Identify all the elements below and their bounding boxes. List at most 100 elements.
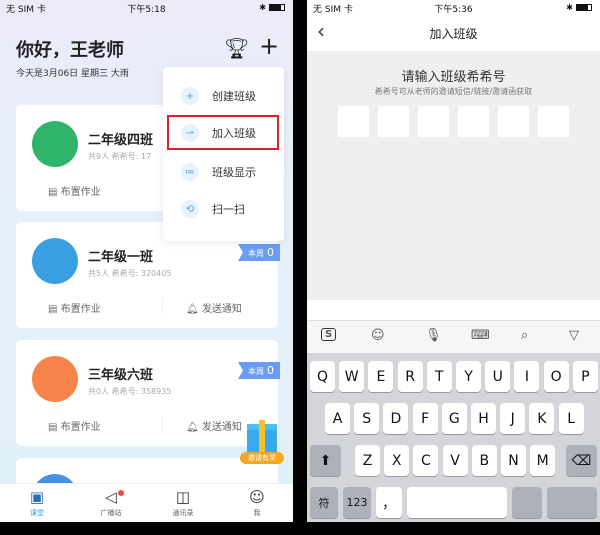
menu-create-class[interactable]: + 创建班级: [181, 87, 256, 105]
assign-homework-button[interactable]: ▤ 布置作业: [48, 300, 101, 315]
homework-label: 布置作业: [60, 304, 101, 315]
symbol-key[interactable]: 符: [310, 487, 338, 518]
classroom-icon: ▣: [29, 488, 45, 506]
send-notice-button[interactable]: 🔔︎ 发送通知: [186, 418, 242, 433]
collapse-keyboard-icon[interactable]: ▽: [569, 328, 579, 343]
code-hint: 希希号可从老师的邀请短信/链接/邀请函获取: [374, 87, 533, 96]
menu-label: 班级显示: [212, 166, 256, 179]
key-y[interactable]: Y: [456, 361, 481, 392]
nav-bar: ‹ 加入班级: [307, 15, 600, 51]
add-icon[interactable]: +: [259, 32, 279, 60]
tab-contacts[interactable]: ◫ 通讯录: [158, 488, 208, 518]
class-info: 共5人 希希号: 320405: [88, 269, 172, 278]
week-count: 0: [267, 246, 274, 259]
homework-label: 布置作业: [60, 422, 101, 433]
key-b[interactable]: B: [471, 445, 497, 476]
code-prompt: 请输入班级希希号: [401, 70, 506, 85]
list-icon: ≔: [181, 163, 199, 181]
tab-bar: ▣ 课堂 ◁ 广播站 ◫ 通讯录 ☺ 我: [0, 483, 293, 522]
key-q[interactable]: Q: [310, 361, 335, 392]
key-n[interactable]: N: [501, 445, 526, 476]
tab-broadcast[interactable]: ◁ 广播站: [86, 488, 136, 518]
home-screen: 无 SIM 卡 下午5:18 ✱ 你好，王老师 今天是3月06日 星期三 大雨 …: [0, 0, 293, 522]
highlight-box: [167, 115, 279, 150]
date-weather: 今天是3月06日 星期三 大雨: [16, 69, 129, 79]
battery-icon: ✱: [259, 3, 285, 12]
status-bar: 无 SIM 卡 下午5:36 ✱: [307, 0, 600, 15]
key-w[interactable]: W: [339, 361, 365, 392]
sogou-logo-icon[interactable]: S: [321, 328, 337, 341]
key-h[interactable]: H: [471, 403, 496, 434]
homework-label: 布置作业: [60, 187, 101, 198]
assign-homework-button[interactable]: ▤ 布置作业: [48, 418, 101, 433]
tab-classroom[interactable]: ▣ 课堂: [12, 488, 62, 518]
trophy-icon[interactable]: 🏆︎: [224, 36, 249, 60]
code-digit-input[interactable]: [338, 106, 369, 137]
emoji-icon[interactable]: ☺: [371, 328, 385, 343]
key-o[interactable]: O: [543, 361, 569, 392]
key-j[interactable]: J: [500, 403, 526, 434]
key-d[interactable]: D: [383, 403, 409, 434]
week-label: 本周: [248, 249, 264, 258]
keyboard-icon[interactable]: ⌨: [471, 328, 490, 343]
code-digit-input[interactable]: [498, 106, 529, 137]
class-name: 二年级四班: [88, 133, 154, 148]
invite-gift-button[interactable]: 邀请有奖: [240, 420, 284, 466]
notify-label: 发送通知: [201, 304, 242, 315]
add-menu: + 创建班级 ⇀ 加入班级 ≔ 班级显示 ⟲ 扫一扫: [163, 67, 284, 241]
key-l[interactable]: L: [558, 403, 584, 434]
key-m[interactable]: M: [530, 445, 556, 476]
week-badge: 本周 0: [238, 244, 280, 261]
key-s[interactable]: S: [354, 403, 380, 434]
class-info: 共0人 希希号: 358935: [88, 387, 172, 396]
week-badge: 本周 0: [238, 362, 280, 379]
key-r[interactable]: R: [397, 361, 423, 392]
tab-label: 广播站: [100, 509, 122, 517]
language-key[interactable]: [512, 487, 542, 518]
tab-me[interactable]: ☺ 我: [232, 488, 282, 518]
plus-icon: +: [181, 87, 199, 105]
menu-label: 创建班级: [212, 90, 256, 103]
punctuation-key[interactable]: ，: [376, 487, 402, 518]
invite-label: 邀请有奖: [240, 452, 284, 464]
space-key[interactable]: [407, 487, 507, 518]
code-digit-input[interactable]: [418, 106, 449, 137]
class-name: 三年级六班: [88, 368, 154, 383]
key-k[interactable]: K: [529, 403, 555, 434]
assign-homework-button[interactable]: ▤ 布置作业: [48, 183, 101, 198]
class-info: 共9人 希希号: 17: [88, 152, 152, 161]
code-digit-input[interactable]: [378, 106, 409, 137]
menu-class-display[interactable]: ≔ 班级显示: [181, 163, 256, 181]
class-avatar: [32, 238, 78, 284]
clock: 下午5:18: [127, 5, 166, 15]
key-p[interactable]: P: [572, 361, 598, 392]
key-x[interactable]: X: [384, 445, 410, 476]
key-z[interactable]: Z: [355, 445, 380, 476]
key-e[interactable]: E: [368, 361, 394, 392]
microphone-icon[interactable]: 🎙︎: [425, 328, 442, 343]
key-c[interactable]: C: [413, 445, 439, 476]
send-notice-button[interactable]: 🔔︎ 发送通知: [186, 300, 242, 315]
notify-label: 发送通知: [201, 422, 242, 433]
menu-label: 扫一扫: [212, 203, 245, 216]
shift-key[interactable]: ⬆: [310, 445, 341, 476]
backspace-key[interactable]: ⌫: [566, 445, 597, 476]
code-digit-input[interactable]: [538, 106, 569, 137]
divider: [162, 298, 163, 314]
key-i[interactable]: I: [514, 361, 540, 392]
scan-icon: ⟲: [181, 200, 199, 218]
search-icon[interactable]: ⌕: [521, 328, 528, 343]
menu-scan[interactable]: ⟲ 扫一扫: [181, 200, 245, 218]
key-a[interactable]: A: [325, 403, 350, 434]
key-u[interactable]: U: [485, 361, 511, 392]
key-v[interactable]: V: [442, 445, 468, 476]
class-card[interactable]: 三年级六班 共0人 希希号: 358935 本周 0 ▤ 布置作业 🔔︎ 发送通知: [16, 340, 280, 446]
return-key[interactable]: [547, 487, 597, 518]
code-digit-input[interactable]: [458, 106, 489, 137]
key-g[interactable]: G: [441, 403, 467, 434]
key-t[interactable]: T: [426, 361, 452, 392]
number-key[interactable]: 123: [343, 487, 371, 518]
key-f[interactable]: F: [412, 403, 438, 434]
class-avatar: [32, 121, 78, 167]
keyboard-toolbar: S ☺ 🎙︎ ⌨ ⌕ ▽: [307, 320, 600, 353]
